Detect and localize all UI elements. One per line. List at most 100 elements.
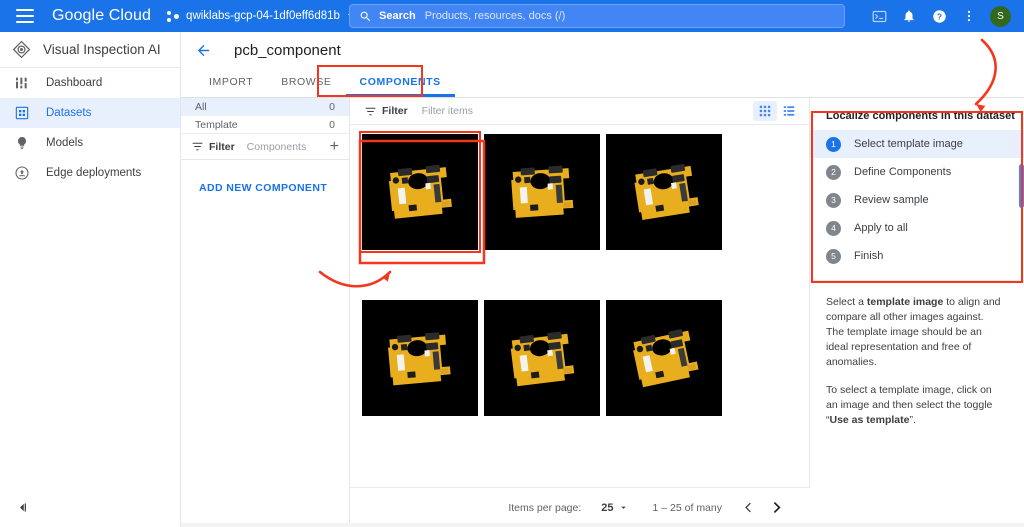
step-review-sample[interactable]: 3 Review sample [810, 186, 1024, 214]
pcb-image [484, 300, 600, 416]
panel-title: Localize components in this dataset [826, 110, 1015, 122]
google-cloud-logo[interactable]: Google Cloud [52, 7, 151, 25]
chevron-right-icon [773, 501, 781, 514]
more-vert-icon[interactable] [956, 3, 982, 29]
pcb-image [606, 300, 722, 416]
step-number: 4 [826, 220, 841, 236]
chevron-left-icon [744, 502, 751, 513]
filter-placeholder: Components [246, 140, 307, 153]
models-icon [18, 137, 26, 150]
edge-deployments-icon [15, 166, 29, 180]
grid-view-icon[interactable] [753, 101, 777, 121]
visual-inspection-ai-icon [12, 40, 31, 59]
sidebar-item-edge-deployments[interactable]: Edge deployments [0, 158, 180, 188]
top-app-bar: Google Cloud qwiklabs-gcp-04-1df0eff6d81… [0, 0, 1024, 32]
component-filter-bar[interactable]: Filter Components + [181, 134, 349, 160]
search-label: Search [379, 10, 416, 22]
thumbnail-item[interactable] [606, 134, 722, 250]
filter-label: Filter [382, 105, 408, 117]
main-content: pcb_component IMPORT BROWSE COMPONENTS A… [181, 32, 1024, 527]
tab-components[interactable]: COMPONENTS [346, 76, 455, 97]
hamburger-menu-icon[interactable] [16, 9, 34, 23]
list-view-icon[interactable] [777, 101, 801, 121]
panel-help-text: Select a template image to align and com… [810, 281, 1024, 428]
chevron-down-icon [620, 506, 626, 509]
step-label: Select template image [854, 138, 963, 150]
top-bar-icons: ? S [866, 0, 1014, 32]
thumbnail-item[interactable] [362, 300, 478, 416]
tab-browse[interactable]: BROWSE [267, 76, 345, 97]
sidebar-item-models[interactable]: Models [0, 128, 180, 158]
facet-label: All [195, 100, 207, 113]
step-define-components[interactable]: 2 Define Components [810, 158, 1024, 186]
step-select-template-image[interactable]: 1 Select template image [810, 130, 1024, 158]
add-new-component-button[interactable]: ADD NEW COMPONENT [181, 160, 349, 194]
project-selector[interactable]: qwiklabs-gcp-04-1df0eff6d81b [167, 10, 356, 23]
facet-count: 0 [329, 118, 335, 131]
items-per-page-select[interactable]: 25 [601, 502, 628, 514]
localize-components-panel: Localize components in this dataset 1 Se… [810, 98, 1024, 527]
pagination-bar: Items per page: 25 1 – 25 of many [350, 487, 810, 527]
product-header: Visual Inspection AI [0, 32, 180, 68]
search-icon [360, 11, 371, 21]
step-apply-to-all[interactable]: 4 Apply to all [810, 214, 1024, 242]
project-scope-icon [167, 10, 180, 23]
facet-row-all[interactable]: All 0 [181, 98, 349, 116]
step-number: 2 [826, 164, 841, 180]
component-facet-panel: All 0 Template 0 Filter Components + ADD… [181, 98, 350, 527]
plus-icon[interactable]: + [330, 138, 339, 155]
facet-count: 0 [329, 100, 335, 113]
grid-toolbar: Filter Filter items [350, 98, 809, 125]
filter-icon [192, 142, 203, 151]
step-label: Define Components [854, 166, 952, 178]
avatar[interactable]: S [990, 5, 1011, 27]
filter-label: Filter [209, 140, 235, 153]
search-placeholder: Products, resources, docs (/) [424, 10, 566, 22]
step-number: 3 [826, 192, 841, 208]
search-input[interactable]: Search Products, resources, docs (/) [349, 4, 845, 28]
cloud-shell-icon[interactable] [866, 3, 892, 29]
tab-import[interactable]: IMPORT [195, 76, 267, 97]
horizontal-scrollbar[interactable] [181, 523, 1024, 527]
product-title: Visual Inspection AI [43, 42, 161, 57]
thumbnail-item[interactable] [484, 300, 600, 416]
dashboard-icon [16, 77, 27, 89]
sidebar-item-dashboard[interactable]: Dashboard [0, 68, 180, 98]
help-icon[interactable]: ? [926, 3, 952, 29]
step-finish[interactable]: 5 Finish [810, 242, 1024, 270]
project-name: qwiklabs-gcp-04-1df0eff6d81b [186, 10, 340, 22]
sidebar-item-label: Models [46, 137, 84, 149]
next-page-button[interactable] [762, 494, 790, 522]
facet-label: Template [195, 118, 238, 131]
svg-text:?: ? [937, 12, 942, 21]
pcb-image [362, 134, 478, 250]
sidebar-item-label: Datasets [46, 107, 92, 119]
step-label: Apply to all [854, 222, 908, 234]
datasets-icon [15, 106, 29, 120]
pcb-image [606, 134, 722, 250]
step-label: Review sample [854, 194, 929, 206]
page-header: pcb_component [181, 32, 1024, 68]
app-root: Google Cloud qwiklabs-gcp-04-1df0eff6d81… [0, 0, 1024, 527]
help-paragraph-2: To select a template image, click on an … [826, 384, 993, 426]
help-paragraph-1: Select a template image to align and com… [826, 296, 1001, 368]
facet-row-template[interactable]: Template 0 [181, 116, 349, 134]
thumbnail-item[interactable] [606, 300, 722, 416]
filter-icon [365, 107, 376, 115]
notifications-bell-icon[interactable] [896, 3, 922, 29]
pagination-range: 1 – 25 of many [652, 501, 722, 514]
prev-page-button[interactable] [734, 494, 762, 522]
thumbnail-item[interactable] [484, 134, 600, 250]
back-arrow-icon[interactable] [195, 42, 212, 59]
thumbnail-item[interactable] [359, 131, 481, 253]
sidebar-item-datasets[interactable]: Datasets [0, 98, 180, 128]
step-number: 5 [826, 248, 841, 264]
vertical-scrollbar[interactable] [1019, 164, 1024, 208]
sidebar-item-label: Edge deployments [46, 167, 142, 179]
image-grid-panel: Filter Filter items Items per page: 25 1… [350, 98, 810, 527]
collapse-panel-icon[interactable] [8, 493, 36, 521]
step-number: 1 [826, 136, 841, 152]
sidebar-item-label: Dashboard [46, 77, 103, 89]
filter-items-input[interactable]: Filter items [422, 105, 753, 117]
step-label: Finish [854, 250, 884, 262]
